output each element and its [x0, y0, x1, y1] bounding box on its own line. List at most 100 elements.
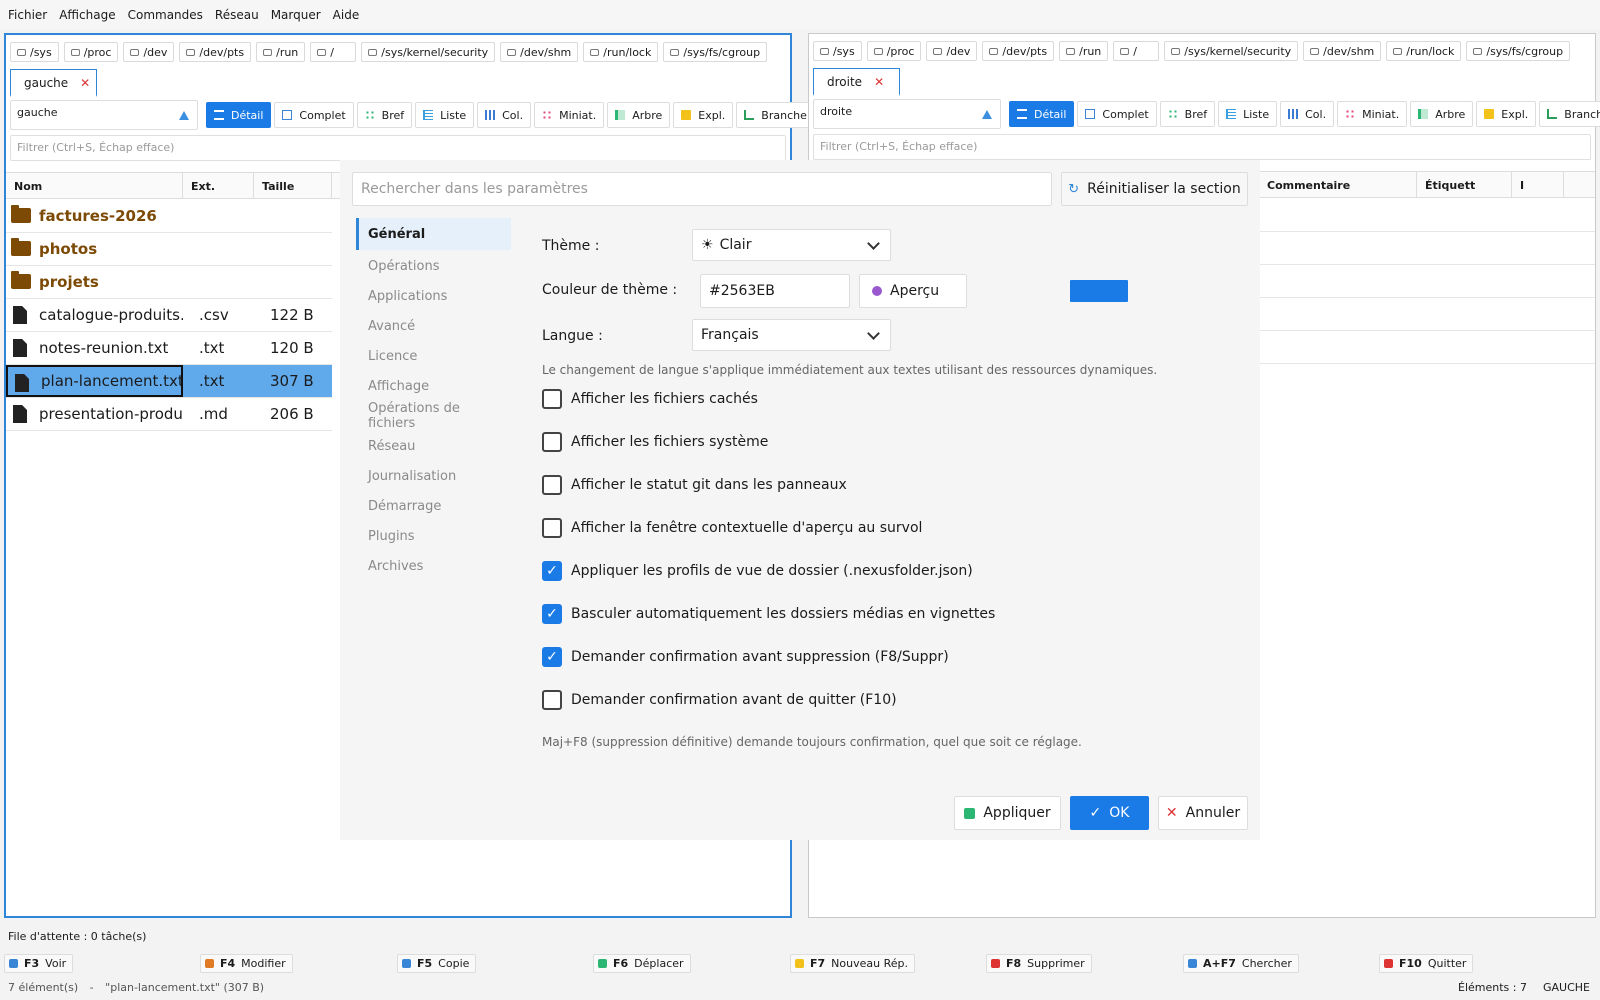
settings-nav-item[interactable]: Affichage — [356, 371, 511, 401]
view-arbre-button[interactable]: Arbre — [607, 102, 671, 128]
drive-button[interactable]: /run/lock — [583, 42, 659, 62]
option-checkbox[interactable]: Afficher les fichiers système — [542, 432, 768, 452]
checkbox-checked-icon[interactable]: ✓ — [542, 647, 562, 667]
settings-nav-item[interactable]: Plugins — [356, 521, 511, 551]
view-branche-button[interactable]: Branche — [1539, 101, 1600, 127]
column-etiquette[interactable]: Étiquett — [1417, 172, 1512, 197]
option-checkbox[interactable]: ✓ Appliquer les profils de vue de dossier… — [542, 561, 973, 581]
path-input[interactable]: gauche — [10, 100, 198, 130]
view-bref-button[interactable]: Bref — [1159, 101, 1216, 127]
cancel-button[interactable]: ✕ Annuler — [1158, 796, 1248, 830]
drive-button[interactable]: / — [310, 42, 357, 62]
view-bref-button[interactable]: Bref — [356, 102, 413, 128]
column-ext[interactable]: Ext. — [183, 173, 254, 198]
settings-nav-item[interactable]: Opérations — [356, 251, 511, 281]
settings-nav-item[interactable]: Général — [356, 218, 511, 250]
option-checkbox[interactable]: Afficher les fichiers cachés — [542, 389, 758, 409]
view-liste-button[interactable]: Liste — [1218, 101, 1278, 127]
option-checkbox[interactable]: Afficher la fenêtre contextuelle d'aperç… — [542, 518, 922, 538]
drive-button[interactable]: /proc — [866, 41, 922, 61]
theme-select[interactable]: ☀ Clair — [692, 229, 891, 261]
fkey-button[interactable]: A+F7 Chercher — [1183, 954, 1299, 973]
drive-button[interactable]: /dev — [926, 41, 978, 61]
checkbox-checked-icon[interactable]: ✓ — [542, 604, 562, 624]
drive-button[interactable]: /sys — [10, 42, 59, 62]
drive-button[interactable]: /proc — [63, 42, 119, 62]
fkey-button[interactable]: F5 Copie — [397, 954, 477, 973]
fkey-button[interactable]: F3 Voir — [4, 954, 74, 973]
option-checkbox[interactable]: Afficher le statut git dans les panneaux — [542, 475, 847, 495]
fkey-button[interactable]: F8 Supprimer — [986, 954, 1092, 973]
drive-button[interactable]: /sys — [813, 41, 862, 61]
close-tab-icon[interactable]: ✕ — [874, 75, 884, 89]
view-col-button[interactable]: Col. — [477, 102, 532, 128]
table-row[interactable]: catalogue-produits.c .csv 122 B — [6, 299, 332, 332]
settings-nav-item[interactable]: Applications — [356, 281, 511, 311]
drive-button[interactable]: /sys/kernel/security — [1164, 41, 1299, 61]
drive-button[interactable]: /dev/pts — [982, 41, 1055, 61]
settings-search-input[interactable]: Rechercher dans les paramètres — [352, 172, 1052, 206]
column-taille[interactable]: Taille — [254, 173, 332, 198]
view-liste-button[interactable]: Liste — [415, 102, 475, 128]
drive-button[interactable]: /dev/shm — [500, 42, 579, 62]
checkbox-checked-icon[interactable]: ✓ — [542, 561, 562, 581]
drive-button[interactable]: /dev/shm — [1303, 41, 1382, 61]
checkbox-unchecked-icon[interactable] — [542, 690, 562, 710]
checkbox-unchecked-icon[interactable] — [542, 432, 562, 452]
filter-input[interactable]: Filtrer (Ctrl+S, Échap efface) — [10, 135, 786, 161]
view-complet-button[interactable]: Complet — [1077, 101, 1157, 127]
column-i[interactable]: I — [1512, 172, 1564, 197]
table-row[interactable]: projets — [6, 266, 332, 299]
view-col-button[interactable]: Col. — [1280, 101, 1335, 127]
settings-nav-item[interactable]: Licence — [356, 341, 511, 371]
drive-button[interactable]: /dev/pts — [179, 42, 252, 62]
menu-marquer[interactable]: Marquer — [265, 0, 327, 30]
preview-button[interactable]: Aperçu — [859, 274, 967, 308]
tab-gauche[interactable]: gauche ✕ — [10, 69, 97, 97]
menu-affichage[interactable]: Affichage — [53, 0, 121, 30]
view-branche-button[interactable]: Branche — [736, 102, 815, 128]
settings-nav-item[interactable]: Archives — [356, 551, 511, 581]
menu-aide[interactable]: Aide — [327, 0, 366, 30]
table-row[interactable]: factures-2026 — [6, 200, 332, 233]
drive-button[interactable]: / — [1113, 41, 1160, 61]
drive-button[interactable]: /sys/fs/cgroup — [663, 42, 768, 62]
language-select[interactable]: Français — [692, 319, 891, 351]
ok-button[interactable]: ✓ OK — [1070, 796, 1149, 830]
view-detail-button[interactable]: Détail — [1009, 101, 1075, 127]
theme-color-input[interactable]: #2563EB — [700, 274, 850, 308]
option-checkbox[interactable]: Demander confirmation avant de quitter (… — [542, 690, 897, 710]
view-expl-button[interactable]: Expl. — [1476, 101, 1537, 127]
view-miniat-button[interactable]: Miniat. — [1337, 101, 1408, 127]
apply-button[interactable]: Appliquer — [954, 796, 1061, 830]
menu-fichier[interactable]: Fichier — [2, 0, 53, 30]
column-nom[interactable]: Nom — [6, 173, 183, 198]
table-row[interactable]: notes-reunion.txt .txt 120 B — [6, 332, 332, 365]
settings-nav-item[interactable]: Démarrage — [356, 491, 511, 521]
view-detail-button[interactable]: Détail — [206, 102, 272, 128]
table-row[interactable]: photos — [6, 233, 332, 266]
menu-reseau[interactable]: Réseau — [209, 0, 265, 30]
reset-section-button[interactable]: ↻ Réinitialiser la section — [1061, 172, 1248, 206]
option-checkbox[interactable]: ✓ Demander confirmation avant suppression… — [542, 647, 949, 667]
settings-nav-item[interactable]: Opérations de fichiers — [356, 401, 511, 431]
checkbox-unchecked-icon[interactable] — [542, 389, 562, 409]
tab-droite[interactable]: droite ✕ — [813, 68, 900, 96]
option-checkbox[interactable]: ✓ Basculer automatiquement les dossiers m… — [542, 604, 995, 624]
fkey-button[interactable]: F7 Nouveau Rép. — [790, 954, 915, 973]
view-arbre-button[interactable]: Arbre — [1410, 101, 1474, 127]
settings-nav-item[interactable]: Journalisation — [356, 461, 511, 491]
drive-button[interactable]: /run — [1059, 41, 1109, 61]
checkbox-unchecked-icon[interactable] — [542, 475, 562, 495]
drive-button[interactable]: /dev — [123, 42, 175, 62]
drive-button[interactable]: /run/lock — [1386, 41, 1462, 61]
filter-input[interactable]: Filtrer (Ctrl+S, Échap efface) — [813, 134, 1591, 160]
fkey-button[interactable]: F10 Quitter — [1379, 954, 1474, 973]
table-row[interactable]: presentation-produit .md 206 B — [6, 398, 332, 431]
fkey-button[interactable]: F4 Modifier — [200, 954, 293, 973]
drive-button[interactable]: /run — [256, 42, 306, 62]
drive-button[interactable]: /sys/fs/cgroup — [1466, 41, 1571, 61]
fkey-button[interactable]: F6 Déplacer — [593, 954, 691, 973]
table-row[interactable]: plan-lancement.txt .txt 307 B — [6, 365, 332, 398]
view-expl-button[interactable]: Expl. — [673, 102, 734, 128]
